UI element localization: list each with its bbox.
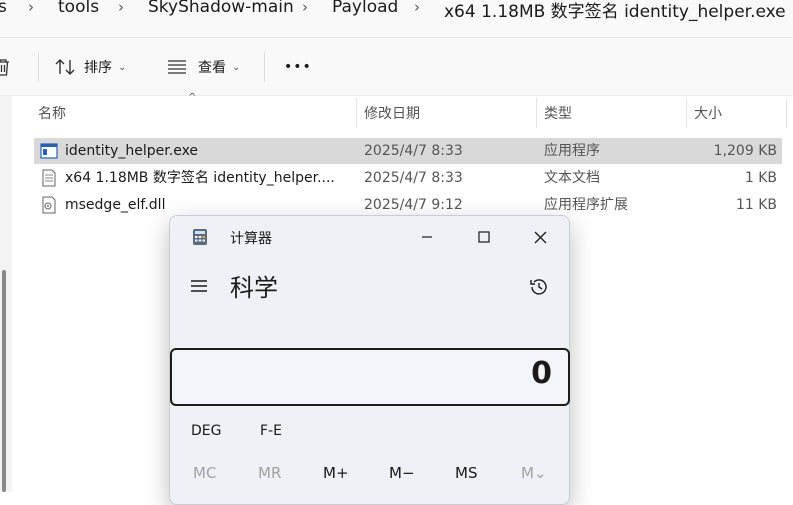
calculator-display[interactable]: 0 (170, 348, 570, 406)
calculator-window: 计算器 科学 0 DEG F-E MC MR M+ M− MS M⌄ (169, 215, 570, 505)
file-name: msedge_elf.dll (65, 197, 166, 213)
hamburger-icon (191, 280, 207, 292)
chevron-down-icon: ⌄ (232, 61, 241, 73)
breadcrumb: s › tools › SkyShadow-main › Payload › x… (0, 0, 793, 38)
maximize-button[interactable] (464, 224, 504, 250)
mode-title: 科学 (230, 274, 278, 302)
delete-button[interactable] (0, 50, 14, 84)
column-header-size-label: 大小 (694, 106, 722, 122)
column-divider[interactable] (536, 98, 537, 128)
column-header-date-label: 修改日期 (364, 106, 420, 122)
column-header-date[interactable]: 修改日期 (364, 96, 420, 130)
sort-label: 排序 (84, 60, 112, 76)
memory-clear-button[interactable]: MC (193, 464, 216, 482)
minimize-icon (422, 236, 432, 238)
deg-button[interactable]: DEG (191, 423, 221, 439)
toolbar-divider (264, 52, 265, 82)
sort-button[interactable]: 排序 ⌄ (54, 50, 126, 84)
breadcrumb-item-skyshadow[interactable]: SkyShadow-main (148, 0, 294, 17)
chevron-down-icon: ⌄ (118, 61, 127, 73)
file-row[interactable]: x64 1.18MB 数字签名 identity_helper.... 2025… (34, 165, 782, 191)
navigation-scrollbar[interactable] (2, 270, 6, 492)
breadcrumb-separator-icon: › (118, 0, 124, 16)
file-date: 2025/4/7 8:33 (364, 170, 463, 186)
history-button[interactable] (528, 276, 550, 302)
hamburger-menu-button[interactable] (190, 278, 208, 298)
calculator-app-icon (193, 229, 207, 245)
breadcrumb-item-partial[interactable]: s (0, 0, 7, 17)
exe-icon (40, 143, 58, 159)
file-row[interactable]: identity_helper.exe 2025/4/7 8:33 应用程序 1… (34, 138, 782, 164)
file-name: identity_helper.exe (65, 143, 199, 159)
memory-list-button[interactable]: M⌄ (521, 464, 547, 482)
file-name: x64 1.18MB 数字签名 identity_helper.... (65, 170, 335, 186)
view-label: 查看 (198, 60, 226, 76)
column-header-name-label: 名称 (38, 106, 66, 122)
mode-bar: 科学 (170, 268, 569, 308)
file-size: 1 KB (744, 170, 777, 186)
column-header-name[interactable]: 名称 (38, 96, 66, 130)
trash-icon (0, 59, 9, 76)
fe-button[interactable]: F-E (260, 423, 282, 439)
sort-icon (55, 59, 75, 75)
view-list-icon (168, 60, 186, 74)
breadcrumb-item-tools[interactable]: tools (58, 0, 99, 17)
breadcrumb-item-current-folder[interactable]: x64 1.18MB 数字签名 identity_helper.exe (444, 0, 786, 22)
column-divider[interactable] (686, 98, 687, 128)
column-divider[interactable] (356, 98, 357, 128)
calculator-title: 计算器 (230, 231, 272, 247)
close-icon (534, 231, 546, 243)
history-icon (530, 279, 547, 295)
column-header-size[interactable]: 大小 (694, 96, 722, 130)
breadcrumb-item-payload[interactable]: Payload (332, 0, 398, 17)
toolbar-divider (38, 52, 39, 82)
text-file-icon (42, 169, 56, 187)
memory-add-button[interactable]: M+ (323, 464, 349, 482)
breadcrumb-separator-icon: › (302, 0, 308, 16)
more-options-button[interactable]: ••• (284, 50, 312, 84)
file-type: 应用程序 (544, 143, 600, 159)
view-button[interactable]: 查看 ⌄ (166, 50, 240, 84)
breadcrumb-separator-icon: › (414, 0, 420, 16)
maximize-icon (478, 231, 490, 243)
file-date: 2025/4/7 8:33 (364, 143, 463, 159)
memory-store-button[interactable]: MS (455, 464, 477, 482)
breadcrumb-separator-icon: › (28, 0, 34, 16)
column-header-type[interactable]: 类型 (544, 96, 572, 130)
command-bar: 排序 ⌄ 查看 ⌄ ••• (0, 38, 793, 96)
memory-recall-button[interactable]: MR (258, 464, 281, 482)
column-header-type-label: 类型 (544, 106, 572, 122)
file-type: 文本文档 (544, 170, 600, 186)
file-size: 1,209 KB (713, 143, 777, 159)
dll-icon (42, 196, 56, 214)
sort-ascending-icon: ^ (188, 92, 197, 103)
calculator-titlebar[interactable]: 计算器 (170, 216, 569, 258)
close-button[interactable] (520, 224, 560, 250)
column-divider[interactable] (786, 98, 787, 128)
file-size: 11 KB (735, 197, 777, 213)
minimize-button[interactable] (407, 224, 447, 250)
memory-subtract-button[interactable]: M− (389, 464, 415, 482)
display-value: 0 (531, 356, 552, 391)
